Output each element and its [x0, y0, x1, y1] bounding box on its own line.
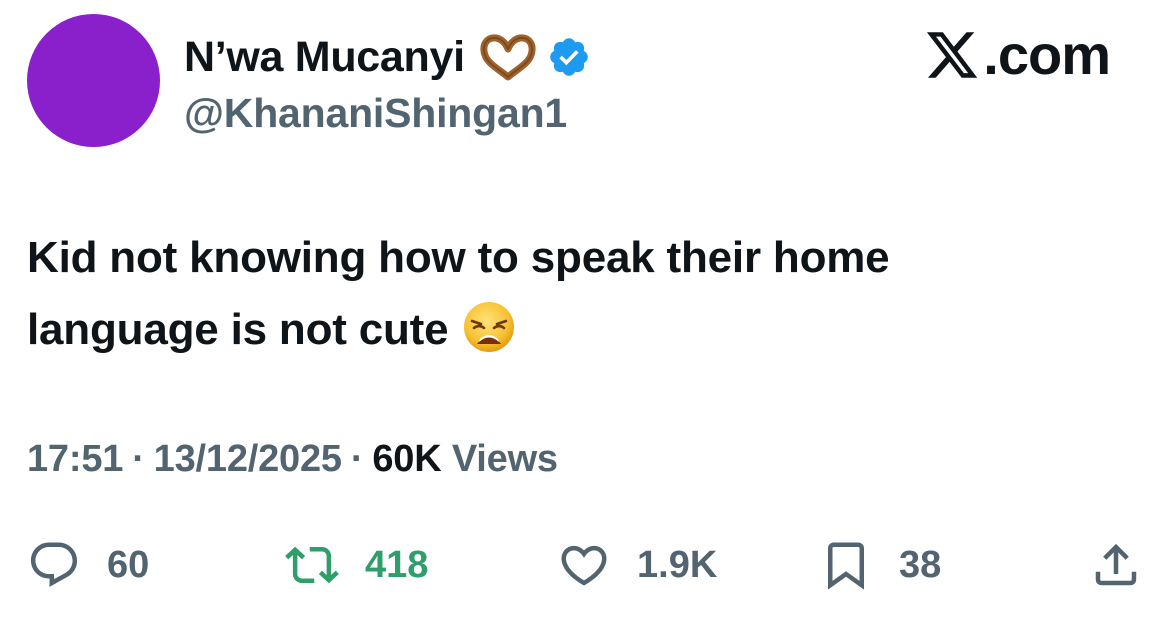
meta-separator-1: ·	[132, 438, 145, 480]
retweet-button[interactable]: 418	[285, 530, 428, 600]
reply-button[interactable]: 60	[27, 530, 149, 600]
like-count: 1.9K	[637, 543, 718, 586]
bookmark-button[interactable]: 38	[819, 530, 941, 600]
share-icon	[1095, 543, 1137, 586]
tweet-date[interactable]: 13/12/2025	[154, 438, 342, 480]
share-button[interactable]	[1089, 530, 1143, 600]
heart-hands-icon	[480, 34, 536, 81]
weary-face-icon	[464, 302, 515, 352]
x-logo-icon	[927, 31, 978, 78]
avatar[interactable]	[27, 14, 160, 147]
tweet-text-line-2: language is not cute	[27, 294, 1137, 366]
tweet-text-line-1: Kid not knowing how to speak their home	[27, 233, 890, 282]
site-suffix: .com	[983, 23, 1111, 86]
views-label: Views	[451, 438, 558, 480]
tweet-time[interactable]: 17:51	[27, 438, 123, 480]
author-block: N’wa Mucanyi @KhananiShingan1	[184, 28, 591, 137]
tweet-meta: 17:51 · 13/12/2025 · 60K Views	[27, 438, 558, 481]
bookmark-icon	[828, 542, 864, 590]
reply-icon	[30, 542, 78, 587]
site-logo: .com	[923, 22, 1111, 87]
reply-count: 60	[107, 543, 150, 586]
retweet-count: 418	[365, 543, 429, 586]
tweet-text: Kid not knowing how to speak their home …	[27, 222, 1137, 366]
name-row: N’wa Mucanyi	[184, 28, 591, 86]
verified-badge-icon[interactable]	[547, 35, 591, 79]
meta-separator-2: ·	[350, 438, 364, 480]
heart-icon	[561, 545, 607, 586]
views-count: 60K	[372, 438, 442, 480]
action-bar: 60 418 1.9K 38	[27, 530, 1143, 600]
tweet-text-line-2-text: language is not cute	[27, 305, 449, 354]
handle[interactable]: @KhananiShingan1	[184, 90, 591, 137]
retweet-icon	[285, 546, 339, 584]
display-name[interactable]: N’wa Mucanyi	[184, 33, 465, 82]
bookmark-count: 38	[899, 543, 942, 586]
like-button[interactable]: 1.9K	[557, 530, 717, 600]
